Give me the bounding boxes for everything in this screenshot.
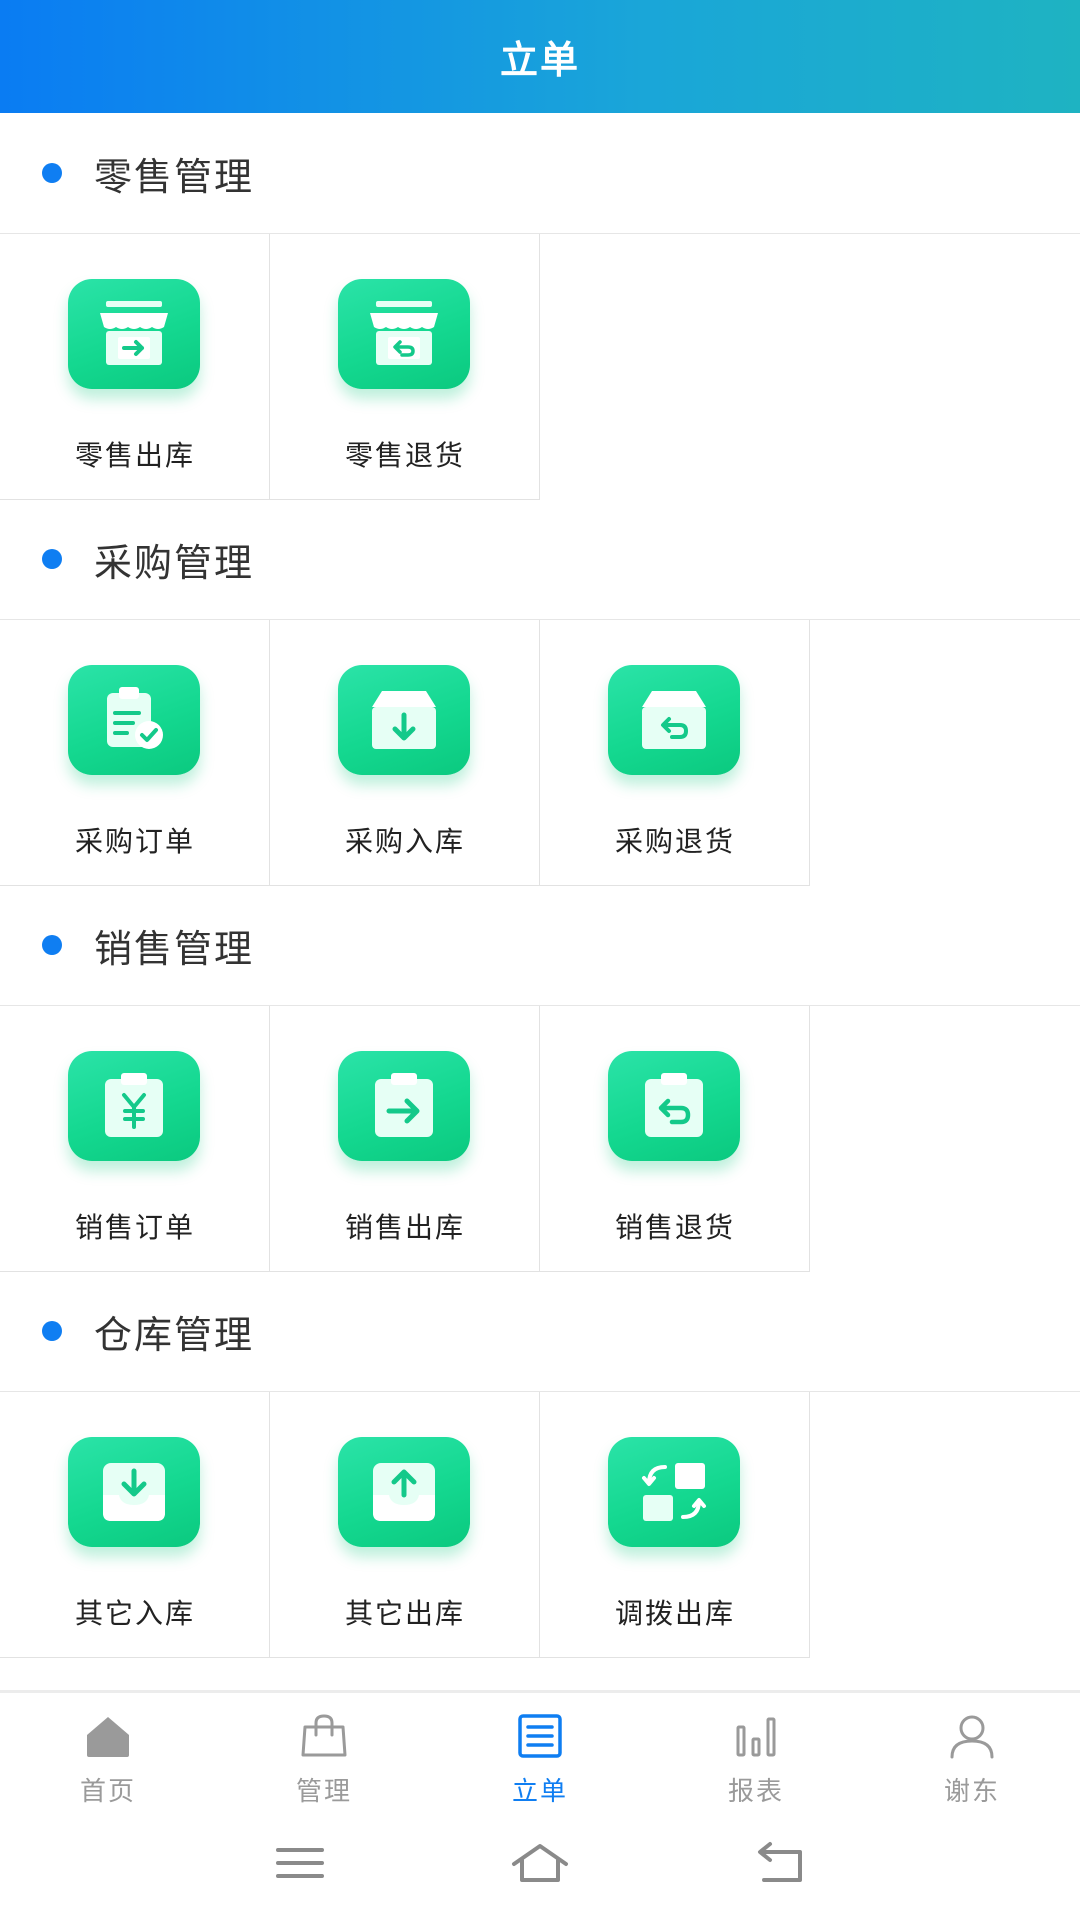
tile-retail-return[interactable]: 零售退货 (270, 234, 540, 500)
section-header-sales: 销售管理 (0, 885, 1080, 1005)
tab-label: 报表 (727, 1777, 784, 1807)
tile-label: 销售订单 (74, 1211, 195, 1244)
tile-retail-out[interactable]: 零售出库 (0, 234, 270, 500)
tab-manage[interactable]: 管理 (216, 1693, 432, 1813)
clipboard-return-icon (608, 1051, 740, 1161)
tile-row-sales: 销售订单 销售出库 销售退货 (0, 1005, 1080, 1272)
menu-icon[interactable] (270, 1838, 330, 1888)
tile-purchase-order[interactable]: 采购订单 (0, 620, 270, 886)
section-title: 销售管理 (94, 926, 255, 971)
clipboard-check-icon (68, 665, 200, 775)
tile-label: 零售出库 (74, 439, 195, 472)
clipboard-yen-icon (68, 1051, 200, 1161)
home-icon (87, 1717, 129, 1757)
tile-label: 采购入库 (344, 825, 465, 858)
section-title: 零售管理 (94, 154, 255, 199)
tile-label: 其它出库 (344, 1597, 465, 1630)
tile-label: 零售退货 (344, 439, 465, 472)
order-form-icon (518, 1714, 562, 1758)
tile-purchase-return[interactable]: 采购退货 (540, 620, 810, 886)
section-dot (42, 1321, 62, 1341)
tile-other-in[interactable]: 其它入库 (0, 1392, 270, 1658)
tile-label: 调拨出库 (614, 1597, 735, 1630)
section-dot (42, 549, 62, 569)
tab-profile[interactable]: 谢东 (864, 1693, 1080, 1813)
tray-download-icon (68, 1437, 200, 1547)
transfer-icon (608, 1437, 740, 1547)
tab-label: 管理 (295, 1777, 352, 1807)
box-in-icon (338, 665, 470, 775)
bottom-tab-bar: 首页 管理 立单 报表 谢东 (0, 1690, 1080, 1810)
section-dot (42, 163, 62, 183)
tile-sales-return[interactable]: 销售退货 (540, 1006, 810, 1272)
system-nav-bar (0, 1810, 1080, 1920)
box-return-icon (608, 665, 740, 775)
store-return-icon (338, 279, 470, 389)
section-header-warehouse: 仓库管理 (0, 1271, 1080, 1391)
home-outline-icon[interactable] (510, 1838, 570, 1888)
section-header-purchase: 采购管理 (0, 499, 1080, 619)
tab-label: 首页 (79, 1777, 136, 1807)
tile-label: 销售出库 (344, 1211, 465, 1244)
app-header: 立单 (0, 0, 1080, 113)
tab-order[interactable]: 立单 (432, 1693, 648, 1813)
tile-transfer-out[interactable]: 调拨出库 (540, 1392, 810, 1658)
section-title: 采购管理 (94, 540, 255, 585)
back-icon[interactable] (750, 1838, 810, 1888)
section-dot (42, 935, 62, 955)
store-out-icon (68, 279, 200, 389)
tile-row-purchase: 采购订单 采购入库 采购退货 (0, 619, 1080, 886)
tab-label: 谢东 (943, 1777, 1000, 1807)
tray-upload-icon (338, 1437, 470, 1547)
tile-sales-order[interactable]: 销售订单 (0, 1006, 270, 1272)
user-icon (950, 1715, 994, 1759)
tile-sales-out[interactable]: 销售出库 (270, 1006, 540, 1272)
function-list: 零售管理 零售出库 零售退货 采购管理 采购订单 采购入库 采购退货 销售管理 … (0, 113, 1080, 1658)
page-title: 立单 (499, 38, 580, 82)
tile-label: 销售退货 (614, 1211, 735, 1244)
tab-home[interactable]: 首页 (0, 1693, 216, 1813)
tile-label: 采购订单 (74, 825, 195, 858)
tile-label: 采购退货 (614, 825, 735, 858)
section-title: 仓库管理 (94, 1312, 255, 1357)
tab-label: 立单 (511, 1777, 568, 1807)
bar-chart-icon (736, 1717, 776, 1757)
tile-purchase-in[interactable]: 采购入库 (270, 620, 540, 886)
section-header-retail: 零售管理 (0, 113, 1080, 233)
tile-row-warehouse: 其它入库 其它出库 调拨出库 (0, 1391, 1080, 1658)
tile-row-retail: 零售出库 零售退货 (0, 233, 1080, 500)
tile-label: 其它入库 (74, 1597, 195, 1630)
bag-icon (301, 1714, 347, 1757)
tile-other-out[interactable]: 其它出库 (270, 1392, 540, 1658)
tab-report[interactable]: 报表 (648, 1693, 864, 1813)
clipboard-arrow-right-icon (338, 1051, 470, 1161)
